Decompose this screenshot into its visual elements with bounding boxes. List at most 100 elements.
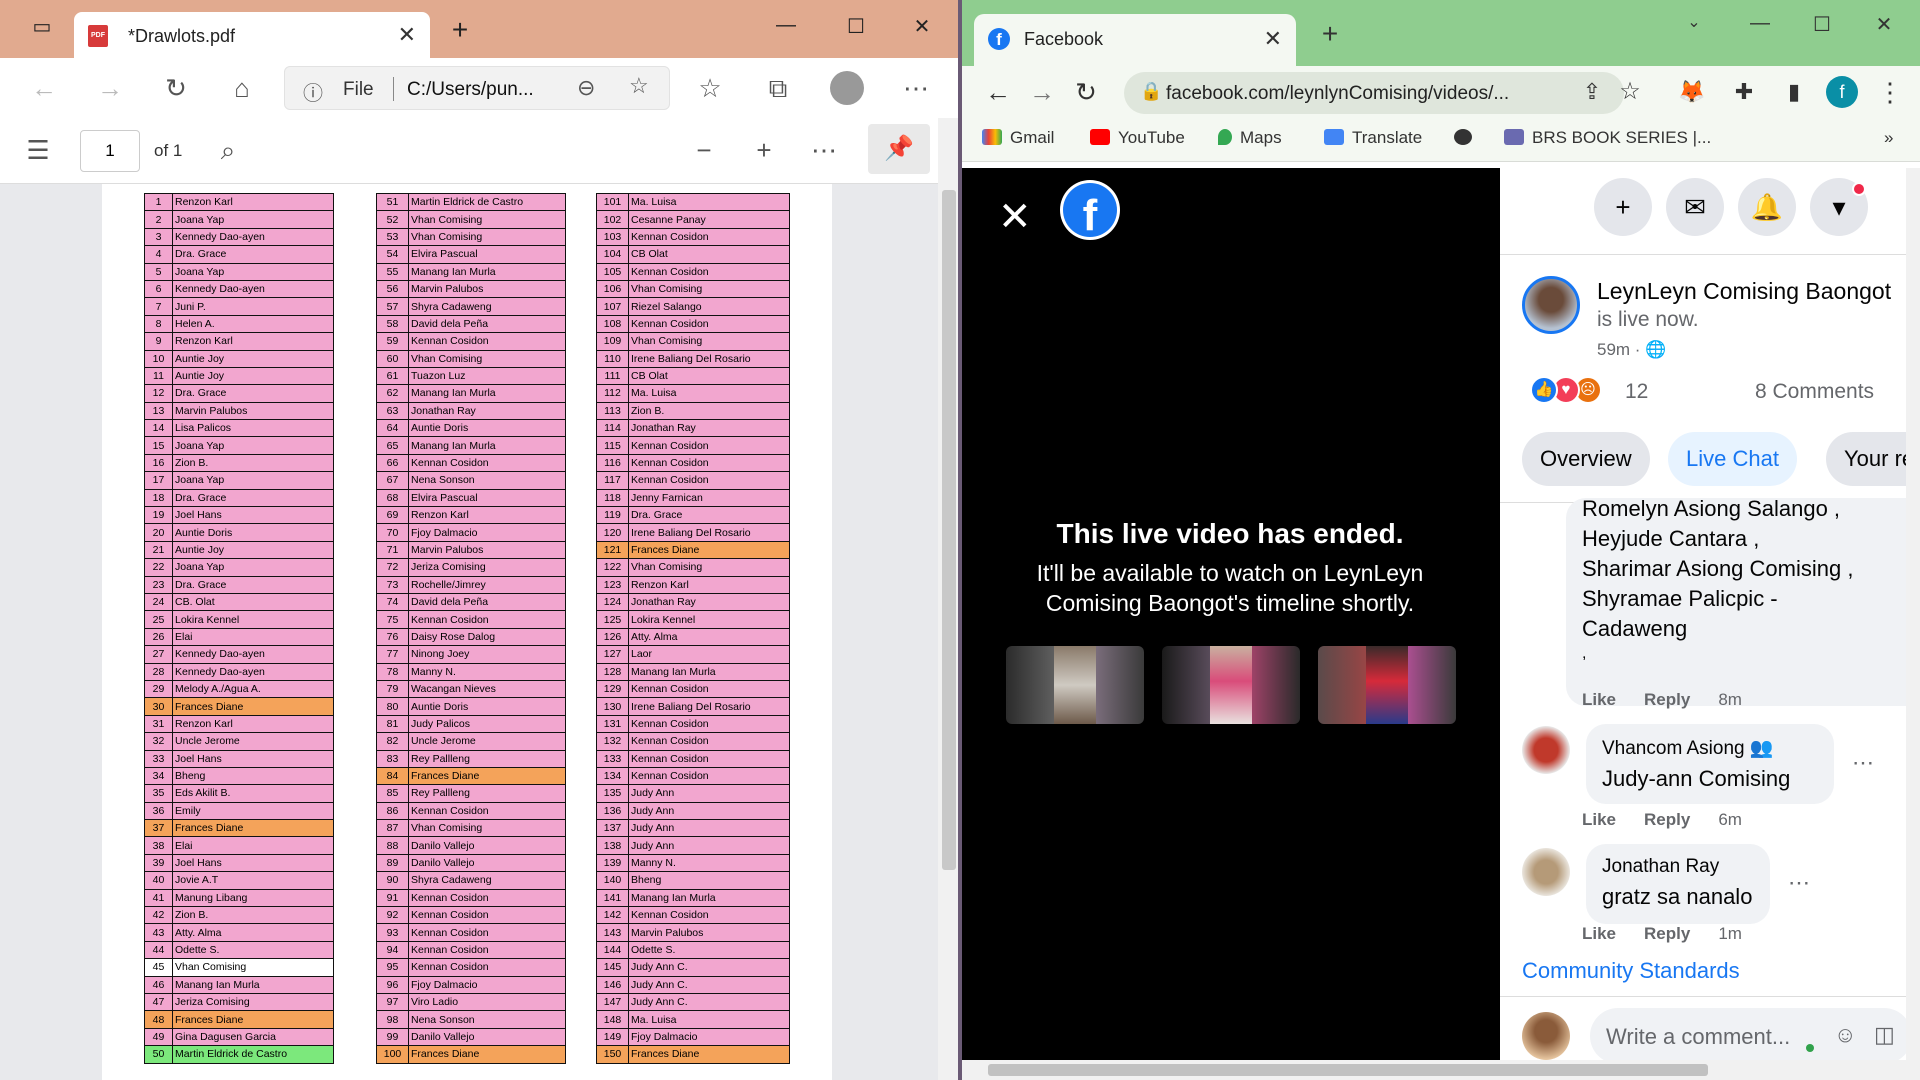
draw-row: 65 Manang Ian Murla: [376, 436, 566, 455]
like-button[interactable]: Like: [1582, 810, 1616, 829]
collections-icon[interactable]: ⧉: [762, 72, 794, 104]
my-avatar[interactable]: [1522, 1012, 1570, 1060]
bookmark-youtube[interactable]: YouTube: [1090, 128, 1185, 148]
back-icon[interactable]: ←: [28, 72, 60, 104]
close-window-button[interactable]: ✕: [900, 14, 944, 44]
chrome-menu-icon[interactable]: ⋮: [1874, 76, 1906, 108]
video-thumbnail-1[interactable]: [1006, 646, 1144, 724]
comment-time[interactable]: 1m: [1718, 924, 1742, 943]
commenter-avatar[interactable]: [1522, 726, 1570, 774]
like-button[interactable]: Like: [1582, 690, 1616, 709]
profile-avatar[interactable]: [830, 71, 864, 105]
extensions-icon[interactable]: ✚: [1728, 76, 1760, 108]
reply-button[interactable]: Reply: [1644, 690, 1690, 709]
draw-row: 8 Helen A.: [144, 314, 334, 334]
bookmark-star-icon[interactable]: ☆: [1614, 76, 1646, 108]
post-time[interactable]: 59m · 🌐: [1597, 340, 1666, 360]
close-tab-icon[interactable]: ✕: [1264, 26, 1282, 52]
page-scrollbar[interactable]: [1906, 168, 1920, 1080]
bookmarks-overflow-icon[interactable]: »: [1884, 128, 1893, 148]
commenter-avatar[interactable]: [1522, 848, 1570, 896]
pdf-more-icon[interactable]: ⋯: [808, 134, 840, 166]
side-panel-icon[interactable]: ▮: [1778, 76, 1810, 108]
pin-toolbar-icon[interactable]: 📌: [868, 124, 930, 174]
forward-icon[interactable]: →: [94, 72, 126, 104]
draw-row: 150 Frances Diane: [596, 1045, 790, 1064]
tab-search-icon[interactable]: ⌄: [1674, 12, 1714, 42]
draw-name: Rochelle/Jimrey: [408, 575, 566, 594]
share-icon[interactable]: ⇪: [1576, 76, 1608, 108]
comment-count[interactable]: 8 Comments: [1755, 380, 1874, 404]
bookmark-translate[interactable]: Translate: [1324, 128, 1422, 148]
video-player: ✕ f This live video has ended. It'll be …: [960, 168, 1500, 1080]
forward-icon[interactable]: →: [1026, 76, 1058, 108]
tab-live-chat[interactable]: Live Chat: [1668, 432, 1797, 486]
commenter-name[interactable]: Jonathan Ray: [1602, 856, 1719, 878]
community-standards-link[interactable]: Community Standards: [1522, 958, 1740, 984]
page-number-input[interactable]: 1: [80, 130, 140, 172]
video-thumbnail-3[interactable]: [1318, 646, 1456, 724]
pdf-scroll-thumb[interactable]: [942, 190, 956, 870]
zoom-in-icon[interactable]: +: [748, 134, 780, 166]
window-divider[interactable]: [958, 0, 962, 1080]
refresh-icon[interactable]: ↻: [1070, 76, 1102, 108]
comment-input[interactable]: Write a comment... ☺ ◫: [1590, 1008, 1912, 1064]
reply-button[interactable]: Reply: [1644, 924, 1690, 943]
tab-overview[interactable]: Overview: [1522, 432, 1650, 486]
draw-name: Kennan Cosidon: [628, 262, 790, 281]
horizontal-scroll-thumb[interactable]: [988, 1064, 1708, 1076]
reply-button[interactable]: Reply: [1644, 810, 1690, 829]
reaction-count[interactable]: 12: [1625, 380, 1648, 404]
author-avatar[interactable]: [1522, 276, 1580, 334]
comment-time[interactable]: 6m: [1718, 810, 1742, 829]
comment-options-icon[interactable]: ⋯: [1788, 870, 1810, 896]
close-tab-icon[interactable]: ✕: [398, 22, 416, 48]
close-icon[interactable]: ✕: [998, 194, 1032, 240]
favorites-icon[interactable]: ☆: [694, 72, 726, 104]
home-icon[interactable]: ⌂: [226, 72, 258, 104]
maximize-button[interactable]: ☐: [1802, 12, 1842, 42]
more-icon[interactable]: ⋯: [900, 72, 932, 104]
tab-actions-icon[interactable]: ▭: [20, 14, 64, 44]
video-thumbnail-2[interactable]: [1162, 646, 1300, 724]
comment-2-actions: Like Reply 6m: [1582, 810, 1742, 830]
info-icon[interactable]: ⓘ: [303, 77, 323, 106]
new-tab-button[interactable]: +: [1310, 18, 1350, 49]
add-favorite-icon[interactable]: ☆: [629, 73, 649, 99]
messenger-icon[interactable]: ✉: [1666, 178, 1724, 236]
horizontal-scrollbar[interactable]: [960, 1060, 1920, 1080]
minimize-button[interactable]: —: [764, 14, 808, 44]
profile-avatar[interactable]: f: [1826, 76, 1858, 108]
back-icon[interactable]: ←: [982, 76, 1014, 108]
pdf-viewport[interactable]: 1 Renzon Karl 2 Joana Yap 3 Kennedy Dao-ayen 4…: [0, 184, 938, 1080]
zoom-out-icon[interactable]: −: [688, 134, 720, 166]
address-bar[interactable]: ⓘ File C:/Users/pun... ⊖ ☆: [284, 66, 670, 110]
author-name[interactable]: LeynLeyn Comising Baongot: [1597, 278, 1891, 305]
emoji-icon[interactable]: ☺: [1834, 1022, 1856, 1048]
comment-options-icon[interactable]: ⋯: [1852, 750, 1874, 776]
tab-facebook[interactable]: f Facebook ✕: [974, 14, 1296, 66]
search-icon[interactable]: ⌕: [212, 134, 244, 166]
minimize-button[interactable]: —: [1740, 12, 1780, 42]
bookmark-globe[interactable]: [1454, 128, 1480, 148]
sticker-icon[interactable]: ◫: [1874, 1022, 1895, 1048]
bookmark-brs[interactable]: BRS BOOK SERIES |...: [1504, 128, 1711, 148]
bookmark-gmail[interactable]: Gmail: [982, 128, 1054, 148]
notifications-icon[interactable]: 🔔: [1738, 178, 1796, 236]
contents-icon[interactable]: ☰: [22, 134, 54, 166]
refresh-icon[interactable]: ↻: [160, 72, 192, 104]
metamask-icon[interactable]: 🦊: [1676, 76, 1708, 108]
close-window-button[interactable]: ✕: [1864, 12, 1904, 42]
omnibox[interactable]: 🔒 facebook.com/leynlynComising/videos/..…: [1124, 72, 1624, 114]
bookmark-maps[interactable]: Maps: [1218, 128, 1282, 148]
new-tab-button[interactable]: +: [438, 14, 482, 45]
create-icon[interactable]: +: [1594, 178, 1652, 236]
facebook-logo[interactable]: f: [1060, 180, 1120, 240]
like-button[interactable]: Like: [1582, 924, 1616, 943]
comment-time[interactable]: 8m: [1718, 690, 1742, 709]
commenter-name[interactable]: Vhancom Asiong 👥: [1602, 736, 1774, 760]
pdf-scrollbar[interactable]: [938, 118, 960, 1080]
maximize-button[interactable]: ☐: [834, 14, 878, 44]
zoom-icon[interactable]: ⊖: [577, 75, 595, 101]
tab-drawlots[interactable]: PDF *Drawlots.pdf ✕: [74, 12, 430, 58]
